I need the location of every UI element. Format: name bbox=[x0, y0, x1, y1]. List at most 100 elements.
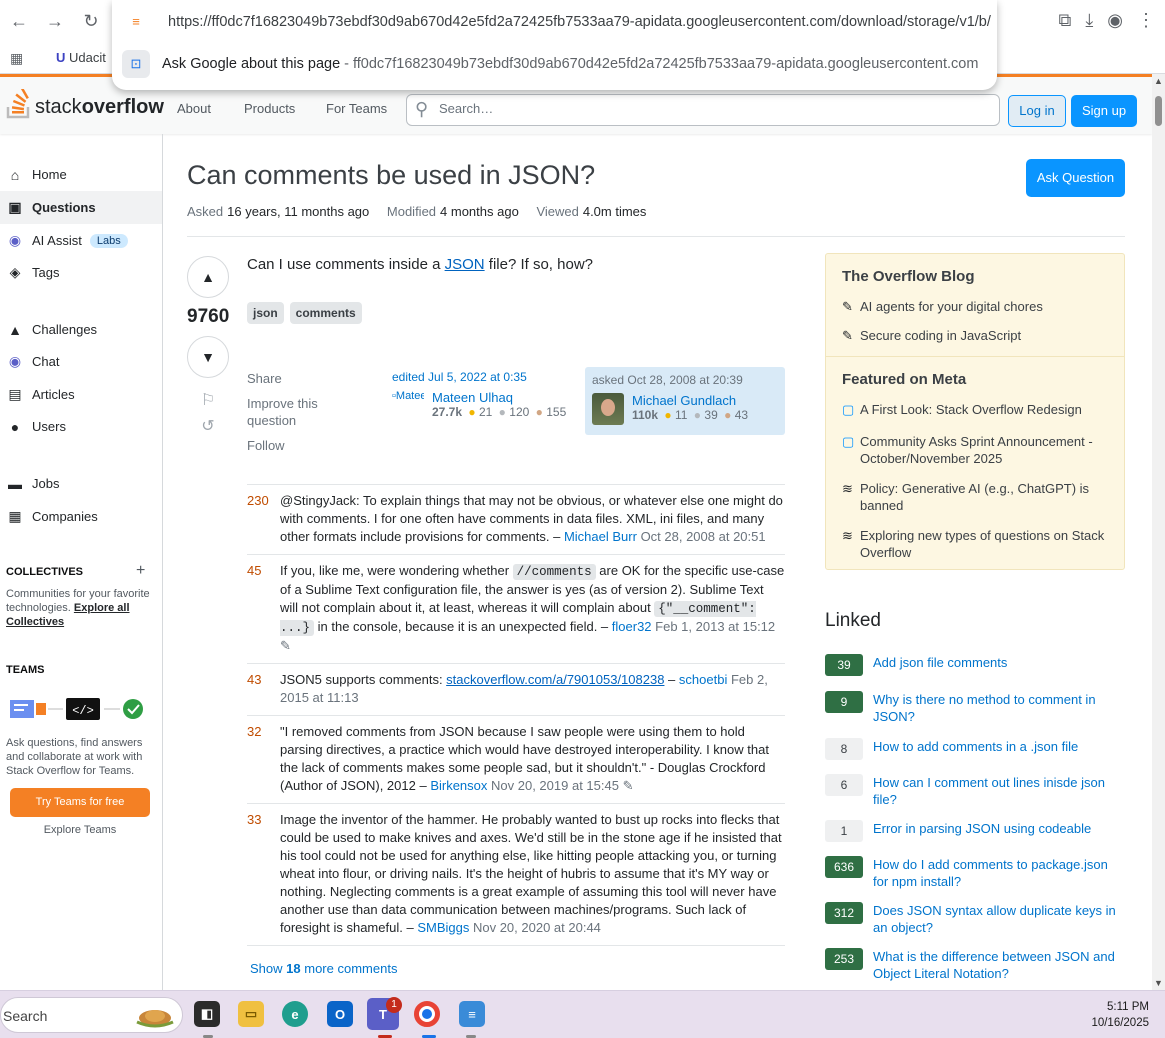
scroll-up-icon[interactable]: ▲ bbox=[1154, 76, 1163, 86]
show-more-comments-link[interactable]: Show 18 more comments bbox=[250, 961, 397, 976]
apps-grid-icon[interactable]: ▦ bbox=[10, 50, 23, 67]
menu-icon[interactable]: ⋮ bbox=[1137, 10, 1155, 31]
bookmark-icon[interactable]: ⚐ bbox=[187, 390, 229, 410]
signup-button[interactable]: Sign up bbox=[1071, 95, 1137, 127]
comment-user[interactable]: Birkensox bbox=[430, 778, 487, 793]
tag-comments[interactable]: comments bbox=[289, 302, 362, 324]
try-teams-button[interactable]: Try Teams for free bbox=[10, 788, 150, 817]
comment-user[interactable]: floer32 bbox=[612, 619, 652, 634]
omnibox-url[interactable]: https://ff0dc7f16823049b73ebdf30d9ab670d… bbox=[168, 14, 991, 30]
explore-teams-link[interactable]: Explore Teams bbox=[0, 824, 160, 836]
upvote-button[interactable]: ▲ bbox=[187, 256, 229, 298]
sidebar-item-ai-assist[interactable]: ◉ AI Assist Labs bbox=[0, 224, 162, 257]
linked-question[interactable]: 39 Add json file comments bbox=[825, 654, 1125, 676]
owner-card: asked Oct 28, 2008 at 20:39 Michael Gund… bbox=[585, 367, 785, 435]
nav-about[interactable]: About bbox=[177, 101, 211, 116]
ask-question-button[interactable]: Ask Question bbox=[1026, 159, 1125, 197]
bookmark-udacity[interactable]: U Udacit bbox=[56, 50, 106, 65]
comment-date[interactable]: Oct 28, 2008 at 20:51 bbox=[641, 529, 766, 544]
downvote-button[interactable]: ▼ bbox=[187, 336, 229, 378]
back-icon[interactable]: ← bbox=[8, 10, 30, 32]
linked-title[interactable]: How to add comments in a .json file bbox=[873, 738, 1078, 760]
file-explorer-icon[interactable]: ▭ bbox=[238, 1001, 264, 1027]
meta-item[interactable]: ▢ A First Look: Stack Overflow Redesign bbox=[826, 401, 1124, 418]
ask-google-suggestion[interactable]: ⊡ Ask Google about this page - ff0dc7f16… bbox=[122, 50, 978, 78]
taskbar-search[interactable]: Search bbox=[0, 997, 183, 1033]
linked-title[interactable]: Add json file comments bbox=[873, 654, 1007, 676]
editor-avatar[interactable]: ▫Mateen bbox=[392, 390, 424, 422]
owner-name[interactable]: Michael Gundlach bbox=[632, 393, 748, 408]
comment-link[interactable]: stackoverflow.com/a/7901053/108238 bbox=[446, 672, 664, 687]
page-scrollbar[interactable]: ▲ ▼ bbox=[1152, 74, 1165, 990]
scroll-thumb[interactable] bbox=[1155, 96, 1162, 126]
search-input[interactable] bbox=[439, 101, 989, 116]
follow-link[interactable]: Follow bbox=[247, 437, 337, 454]
comment-date[interactable]: Nov 20, 2019 at 15:45 bbox=[491, 778, 619, 793]
sidebar-item-articles[interactable]: ▤ Articles bbox=[0, 378, 162, 411]
edge-icon[interactable]: e bbox=[282, 1001, 308, 1027]
editor-reputation: 27.7k ● 21 ● 120 ● 155 bbox=[432, 405, 567, 419]
edited-date[interactable]: edited Jul 5, 2022 at 0:35 bbox=[392, 370, 582, 384]
nav-for-teams[interactable]: For Teams bbox=[326, 101, 387, 116]
comment-user[interactable]: schoetbi bbox=[679, 672, 727, 687]
comment-user[interactable]: Michael Burr bbox=[564, 529, 637, 544]
sidebar-item-chat[interactable]: ◉ Chat bbox=[0, 345, 162, 378]
comment-user[interactable]: SMBiggs bbox=[417, 920, 469, 935]
json-link[interactable]: JSON bbox=[445, 256, 485, 273]
blog-item-label: AI agents for your digital chores bbox=[860, 299, 1043, 314]
comment-date[interactable]: Feb 1, 2013 at 15:12 bbox=[655, 619, 775, 634]
site-logo[interactable]: stack overflow bbox=[6, 87, 164, 119]
comment-date[interactable]: Nov 20, 2020 at 20:44 bbox=[473, 920, 601, 935]
chrome-icon[interactable] bbox=[414, 1001, 440, 1027]
linked-title[interactable]: Does JSON syntax allow duplicate keys in… bbox=[873, 902, 1125, 936]
owner-avatar[interactable] bbox=[592, 393, 624, 425]
plus-icon[interactable]: + bbox=[136, 562, 145, 580]
sidebar-item-jobs[interactable]: ▬ Jobs bbox=[0, 467, 162, 500]
profile-icon[interactable]: ◉ bbox=[1107, 10, 1123, 31]
scroll-down-icon[interactable]: ▼ bbox=[1154, 978, 1163, 988]
forward-icon[interactable]: → bbox=[44, 10, 66, 32]
reload-icon[interactable]: ↻ bbox=[80, 10, 102, 32]
linked-question[interactable]: 6 How can I comment out lines inisde json… bbox=[825, 774, 1125, 808]
linked-title[interactable]: Error in parsing JSON using codeable bbox=[873, 820, 1091, 842]
download-icon[interactable]: ⤓ bbox=[1085, 10, 1093, 31]
blog-item[interactable]: ✎ AI agents for your digital chores bbox=[826, 298, 1124, 315]
meta-item[interactable]: ≋ Exploring new types of questions on Sta… bbox=[826, 527, 1124, 561]
meta-item[interactable]: ≋ Policy: Generative AI (e.g., ChatGPT) i… bbox=[826, 480, 1124, 514]
linked-question[interactable]: 312 Does JSON syntax allow duplicate keys… bbox=[825, 902, 1125, 936]
linked-title[interactable]: How can I comment out lines inisde json … bbox=[873, 774, 1125, 808]
linked-question[interactable]: 9 Why is there no method to comment in JS… bbox=[825, 691, 1125, 725]
share-link[interactable]: Share bbox=[247, 370, 337, 387]
linked-title[interactable]: Why is there no method to comment in JSO… bbox=[873, 691, 1125, 725]
history-icon[interactable]: ↺ bbox=[187, 416, 229, 436]
linked-question[interactable]: 636 How do I add comments to package.json… bbox=[825, 856, 1125, 890]
linked-question[interactable]: 8 How to add comments in a .json file bbox=[825, 738, 1125, 760]
login-button[interactable]: Log in bbox=[1008, 95, 1066, 127]
modified-value[interactable]: 4 months ago bbox=[440, 204, 519, 219]
tag-json[interactable]: json bbox=[247, 302, 284, 324]
meta-item[interactable]: ▢ Community Asks Sprint Announcement - Oc… bbox=[826, 433, 1124, 467]
sidebar-item-users[interactable]: ● Users bbox=[0, 410, 162, 443]
notification-badge: 1 bbox=[386, 997, 402, 1013]
blog-item[interactable]: ✎ Secure coding in JavaScript bbox=[826, 327, 1124, 344]
extensions-icon[interactable]: ⧉ bbox=[1058, 10, 1071, 31]
sidebar-item-questions[interactable]: ▣ Questions bbox=[0, 191, 162, 224]
question-title[interactable]: Can comments be used in JSON? bbox=[187, 160, 595, 191]
bronze-badges: 43 bbox=[734, 408, 749, 422]
sidebar-item-challenges[interactable]: ▲ Challenges bbox=[0, 313, 162, 346]
sidebar-item-tags[interactable]: ◈ Tags bbox=[0, 256, 162, 289]
improve-question-link[interactable]: Improve this question bbox=[247, 395, 337, 429]
sidebar-item-home[interactable]: ⌂ Home bbox=[0, 158, 162, 191]
system-clock[interactable]: 5:11 PM 10/16/2025 bbox=[1091, 999, 1149, 1031]
linked-title[interactable]: What is the difference between JSON and … bbox=[873, 948, 1125, 982]
outlook-icon[interactable]: O bbox=[327, 1001, 353, 1027]
linked-title[interactable]: How do I add comments to package.json fo… bbox=[873, 856, 1125, 890]
linked-question[interactable]: 253 What is the difference between JSON a… bbox=[825, 948, 1125, 982]
linked-question[interactable]: 1 Error in parsing JSON using codeable bbox=[825, 820, 1125, 842]
nav-products[interactable]: Products bbox=[244, 101, 295, 116]
omnibox-url-row[interactable]: ≡ https://ff0dc7f16823049b73ebdf30d9ab67… bbox=[128, 11, 991, 33]
notepad-icon[interactable]: ≡ bbox=[459, 1001, 485, 1027]
task-view-icon[interactable]: ◧ bbox=[194, 1001, 220, 1027]
editor-name[interactable]: Mateen Ulhaq bbox=[432, 390, 566, 405]
sidebar-item-companies[interactable]: ▦ Companies bbox=[0, 500, 162, 533]
